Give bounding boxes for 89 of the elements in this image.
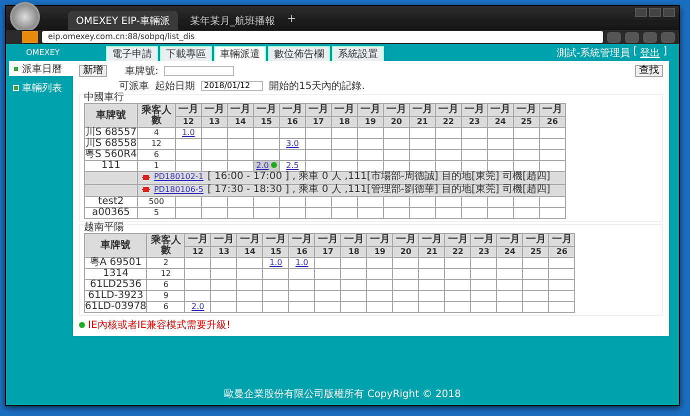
plate-cell: 川S 68557	[84, 128, 138, 138]
month-header: 一月	[548, 234, 575, 246]
month-header: 一月	[470, 234, 497, 246]
bracket-text: [	[633, 46, 638, 58]
plate-cell: 61LD-03978	[84, 302, 147, 312]
nav-tab[interactable]: 下載專區	[160, 46, 212, 61]
booking-link[interactable]: 2.0	[256, 161, 269, 170]
nav-tab[interactable]: 電子申請	[106, 46, 158, 61]
month-header: 一月	[262, 234, 289, 246]
month-header: 一月	[314, 234, 341, 246]
month-header: 一月	[487, 104, 514, 116]
date-label: 起始日期	[155, 80, 195, 92]
browser-logo-icon	[10, 2, 40, 32]
order-link[interactable]: PD180106-5	[154, 184, 204, 194]
range-note: 開始的15天內的記錄.	[269, 80, 365, 92]
month-header: 一月	[279, 104, 306, 116]
month-header: 一月	[392, 234, 419, 246]
month-header: 一月	[418, 234, 445, 246]
date-field[interactable]: 2018/01/12	[201, 80, 263, 90]
month-header: 一月	[331, 104, 358, 116]
month-header: 一月	[522, 234, 549, 246]
plate-cell: 61LD-3923	[84, 290, 147, 302]
nav-tab[interactable]: 車輛派遣	[214, 46, 266, 61]
plate-cell: 川S 68558	[84, 138, 138, 150]
nav-tab[interactable]: 系統設置	[332, 46, 384, 61]
add-button[interactable]: 新增	[79, 64, 107, 76]
copyright-footer: 歐曼企業股份有限公司版權所有 CopyRight © 2018	[6, 387, 679, 405]
column-header: 車牌號	[84, 104, 138, 128]
booking-link[interactable]: 1.0	[182, 128, 195, 137]
month-header: 一月	[236, 234, 263, 246]
month-header: 一月	[210, 234, 237, 246]
plate-cell: 粵S 560R4	[84, 150, 138, 160]
plate-cell: 111	[84, 160, 138, 172]
plate-cell: 1314	[84, 268, 147, 280]
booking-link[interactable]: 2.5	[286, 161, 299, 170]
toolbar-icon[interactable]	[625, 32, 639, 42]
month-header: 一月	[496, 234, 523, 246]
plate-label: 車牌號:	[125, 64, 158, 78]
back-button[interactable]	[22, 31, 38, 43]
status-dot-icon	[270, 162, 277, 168]
section-title: 中國車行	[84, 92, 125, 103]
booking-link[interactable]: 3.0	[286, 139, 299, 148]
month-header: 一月	[201, 104, 228, 116]
plate-cell: a00365	[84, 208, 138, 218]
column-header: 乘客人數	[146, 234, 185, 258]
month-header: 一月	[184, 234, 211, 246]
month-header: 一月	[383, 104, 410, 116]
address-field[interactable]: eip.omexey.com.cn:88/sobpq/list_dis	[42, 31, 603, 43]
trip-details: [ 16:00 - 17:00 ] , 乘車 0 人 ,111[市場部-周德誠] 目的地[東莞] 司機[趙四]	[207, 172, 550, 182]
user-name: 測試-系統管理員	[556, 46, 630, 60]
sidebar-item[interactable]: 派車日曆	[9, 61, 73, 76]
plate-cell: test2	[84, 196, 138, 208]
month-header: 一月	[357, 104, 384, 116]
bracket-text: ]	[663, 46, 667, 58]
month-header: 一月	[253, 104, 280, 116]
plate-cell: 61LD2536	[84, 280, 147, 290]
plate-field[interactable]	[164, 66, 234, 76]
toolbar-icon[interactable]	[643, 32, 657, 42]
month-header: 一月	[366, 234, 393, 246]
new-tab-icon[interactable]: +	[286, 12, 296, 24]
nav-tab[interactable]: 數位佈告欄	[268, 46, 330, 61]
month-header: 一月	[409, 104, 436, 116]
booking-link[interactable]: 2.0	[192, 302, 204, 311]
month-header: 一月	[435, 104, 462, 116]
order-link[interactable]: PD180102-1	[154, 172, 204, 182]
month-header: 一月	[513, 104, 540, 116]
column-header: 乘客人數	[137, 104, 176, 128]
month-header: 一月	[340, 234, 367, 246]
month-header: 一月	[461, 104, 488, 116]
booking-link[interactable]: 1.0	[270, 258, 282, 267]
search-button[interactable]: 查找	[635, 64, 663, 76]
month-header: 一月	[288, 234, 315, 246]
warning-note: IE內核或者IE兼容模式需要升級!	[88, 318, 231, 332]
month-header: 一月	[227, 104, 254, 116]
available-label: 可派車	[119, 80, 149, 92]
month-header: 一月	[305, 104, 332, 116]
month-header: 一月	[444, 234, 471, 246]
plate-cell: 粵A 69501	[84, 258, 147, 268]
month-header: 一月	[539, 104, 566, 116]
browser-tab[interactable]: 某年某月_航班播報	[182, 11, 283, 30]
toolbar-icon[interactable]	[607, 32, 621, 42]
brand-name: OMEXEY	[26, 48, 61, 57]
trip-details: [ 17:30 - 18:30 ] , 乘車 0 人 ,111[管理部-劉德華] 目的地[東莞] 司機[趙四]	[207, 184, 550, 194]
browser-tab[interactable]: OMEXEY EIP-車輛派	[68, 11, 178, 30]
booking-link[interactable]: 1.0	[296, 258, 308, 267]
section-title: 越南平陽	[84, 222, 125, 233]
toolbar-icon[interactable]	[661, 32, 675, 42]
column-header: 車牌號	[84, 234, 147, 258]
month-header: 一月	[175, 104, 202, 116]
